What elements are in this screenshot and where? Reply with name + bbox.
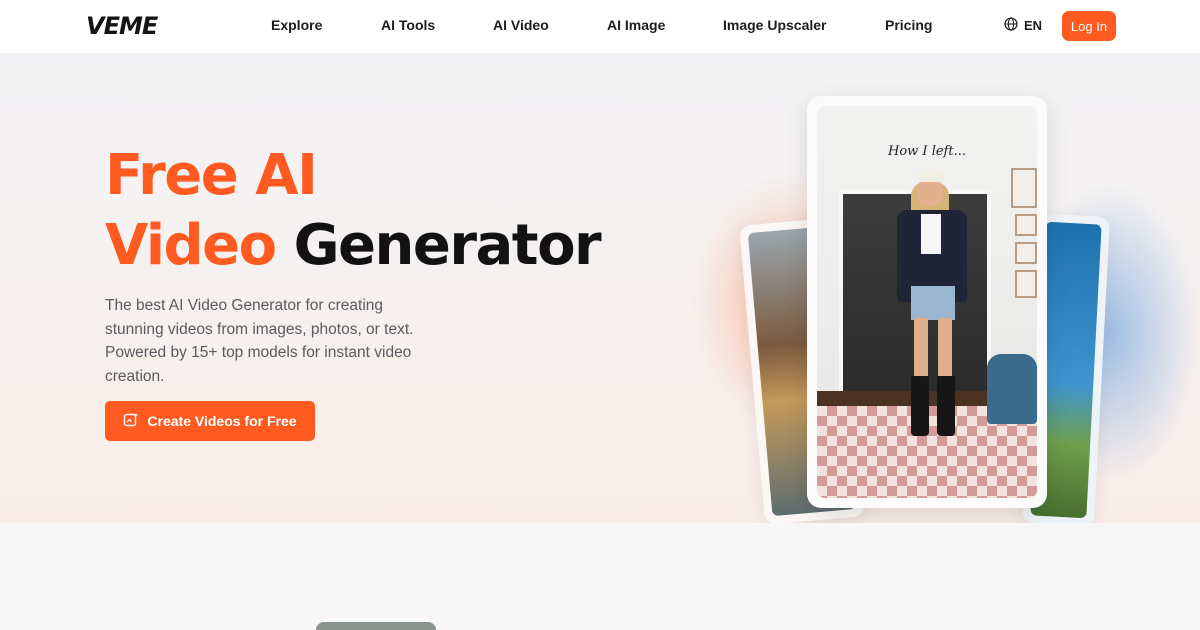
nav-link-ai-video[interactable]: AI Video (493, 17, 549, 33)
hero-title-line1: Free AI (105, 143, 318, 208)
hero-title-accent: Video (105, 213, 277, 278)
nav-link-explore[interactable]: Explore (271, 17, 322, 33)
hero-title-rest: Generator (293, 213, 602, 278)
blue-armchair (987, 354, 1037, 424)
login-button[interactable]: Log In (1062, 11, 1116, 41)
nav-link-image-upscaler[interactable]: Image Upscaler (723, 17, 827, 33)
wall-art-frame (1015, 242, 1037, 264)
nav-link-pricing[interactable]: Pricing (885, 17, 932, 33)
wall-art-frame (1011, 168, 1037, 208)
language-selector[interactable]: EN (1004, 17, 1042, 34)
showcase-video-preview: How I left... (817, 106, 1037, 498)
next-section-preview (316, 622, 436, 630)
nav-link-ai-image[interactable]: AI Image (607, 17, 665, 33)
hero-title: Free AI Video Generator (105, 141, 602, 281)
person-figure (883, 156, 983, 461)
wall-art-frame (1015, 214, 1037, 236)
create-videos-button[interactable]: Create Videos for Free (105, 401, 315, 441)
wall-art-frame (1015, 270, 1037, 298)
veme-logo[interactable]: VEME (86, 12, 158, 40)
create-videos-label: Create Videos for Free (147, 413, 297, 429)
language-label: EN (1024, 18, 1043, 33)
top-navbar: VEME Explore AI Tools AI Video AI Image … (0, 0, 1200, 53)
showcase-card-main[interactable]: How I left... (807, 96, 1047, 508)
image-sparkle-icon (123, 412, 139, 431)
hero-description: The best AI Video Generator for creating… (105, 297, 414, 385)
hero-section: Free AI Video Generator The best AI Vide… (0, 53, 1200, 523)
nav-link-ai-tools[interactable]: AI Tools (381, 17, 435, 33)
globe-icon (1004, 17, 1018, 34)
video-caption: How I left... (888, 144, 966, 159)
